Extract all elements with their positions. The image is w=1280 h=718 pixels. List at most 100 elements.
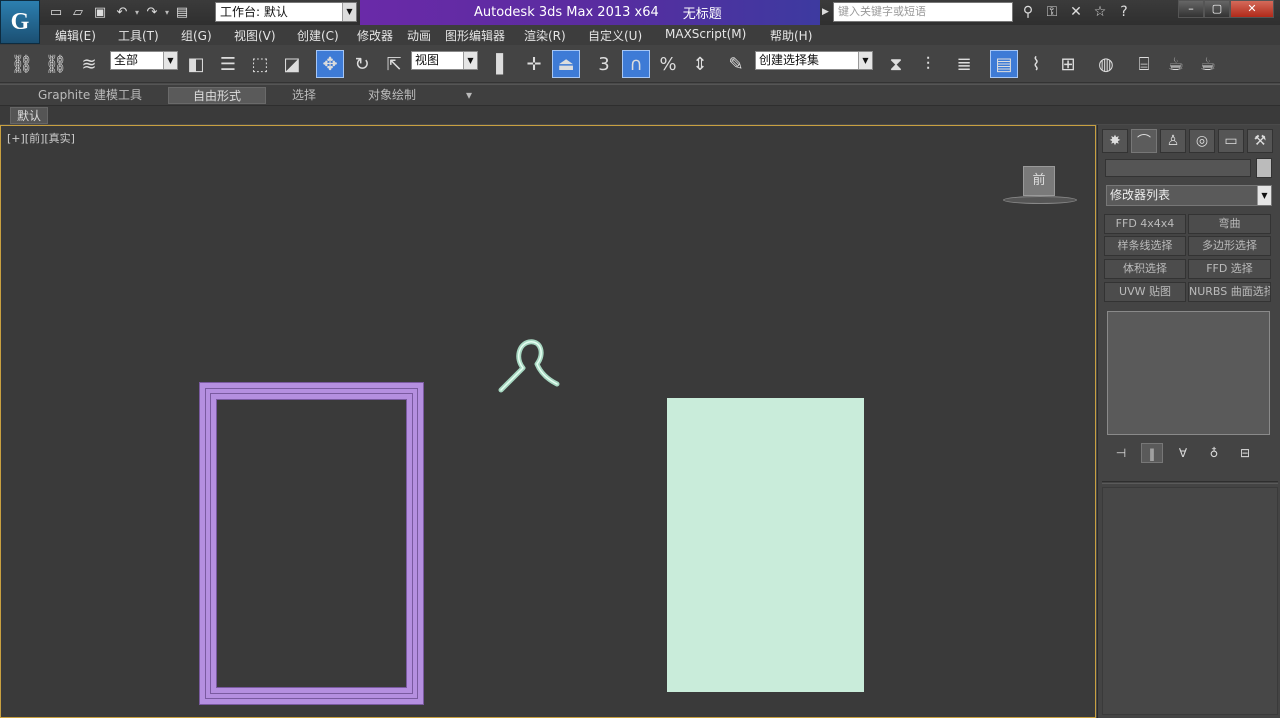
edit-named-selection-icon[interactable]: ✎ [722, 50, 750, 78]
modifier-button-uvw-map[interactable]: UVW 贴图 [1104, 282, 1186, 302]
object-name-field[interactable] [1105, 159, 1251, 177]
remove-modifier-icon[interactable]: ♁ [1203, 443, 1225, 463]
menu-group[interactable]: 组(G) [181, 27, 212, 44]
modifier-list-dropdown[interactable]: 修改器列表 ▼ [1106, 185, 1272, 206]
percent-snap-icon[interactable]: % [654, 50, 682, 78]
reference-coordinate-value: 视图 [415, 53, 440, 67]
pivot-center-icon[interactable]: ▐ [482, 50, 510, 78]
menu-help[interactable]: 帮助(H) [770, 27, 812, 44]
select-and-scale-icon[interactable]: ⇱ [380, 50, 408, 78]
favorites-star-icon[interactable]: ☆ [1090, 2, 1110, 22]
hierarchy-tab-icon[interactable]: ♙ [1160, 129, 1186, 153]
search-expand-icon[interactable]: ▶ [822, 4, 832, 20]
render-production-icon[interactable]: ☕ [1194, 50, 1222, 78]
selection-filter-dropdown[interactable]: 全部 ▼ [110, 51, 178, 70]
modifier-button-ffd444[interactable]: FFD 4x4x4 [1104, 214, 1186, 234]
curve-editor-icon[interactable]: ⌇ [1022, 50, 1050, 78]
reference-coordinate-dropdown[interactable]: 视图 ▼ [411, 51, 478, 70]
tab-freeform[interactable]: 自由形式 [168, 87, 266, 104]
layer-manager-icon[interactable]: ≣ [950, 50, 978, 78]
redo-dropdown-icon[interactable]: ▾ [164, 3, 170, 21]
ribbon-options-icon[interactable]: ▾ [458, 87, 480, 104]
render-setup-icon[interactable]: ⌸ [1130, 50, 1158, 78]
schematic-view-icon[interactable]: ⊞ [1054, 50, 1082, 78]
window-crossing-icon[interactable]: ◪ [278, 50, 306, 78]
select-by-name-icon[interactable]: ☰ [214, 50, 242, 78]
menu-create[interactable]: 创建(C) [297, 27, 339, 44]
rectangular-selection-icon[interactable]: ⬚ [246, 50, 274, 78]
graphite-toggle-icon[interactable]: ▤ [990, 50, 1018, 78]
display-tab-icon[interactable]: ▭ [1218, 129, 1244, 153]
utilities-tab-icon[interactable]: ⚒ [1247, 129, 1273, 153]
modifier-button-poly-select[interactable]: 多边形选择 [1188, 236, 1271, 256]
modifier-stack-list[interactable] [1107, 311, 1270, 435]
select-object-icon[interactable]: ◧ [182, 50, 210, 78]
undo-icon[interactable]: ↶ [112, 2, 132, 22]
select-and-rotate-icon[interactable]: ↻ [348, 50, 376, 78]
save-file-icon[interactable]: ▣ [90, 2, 110, 22]
binoculars-icon[interactable]: ⚲ [1018, 2, 1038, 22]
select-and-manipulate-icon[interactable]: ✛ [520, 50, 548, 78]
search-input[interactable]: 键入关键字或短语 [833, 2, 1013, 22]
angle-snap-icon[interactable]: ∩ [622, 50, 650, 78]
bind-to-space-warp-icon[interactable]: ≋ [75, 50, 103, 78]
menu-edit[interactable]: 编辑(E) [55, 27, 96, 44]
menu-rendering[interactable]: 渲染(R) [524, 27, 566, 44]
modifier-button-ffd-select[interactable]: FFD 选择 [1188, 259, 1271, 279]
viewcube-ring[interactable] [1003, 196, 1077, 204]
menu-animation[interactable]: 动画 [407, 27, 431, 44]
named-selection-dropdown[interactable]: 创建选择集 ▼ [755, 51, 873, 70]
menu-modifiers[interactable]: 修改器 [357, 27, 393, 44]
viewport-label[interactable]: [+][前][真实] [7, 130, 75, 146]
material-editor-icon[interactable]: ◍ [1092, 50, 1120, 78]
maximize-button[interactable]: ▢ [1204, 0, 1230, 18]
menu-maxscript[interactable]: MAXScript(M) [665, 27, 746, 41]
help-icon[interactable]: ? [1114, 2, 1134, 22]
create-tab-icon[interactable]: ✸ [1102, 129, 1128, 153]
front-viewport[interactable]: [+][前][真实] 前 [0, 125, 1096, 718]
default-panel-tag[interactable]: 默认 [10, 107, 49, 124]
snaps-toggle-icon[interactable]: 3 [590, 50, 618, 78]
new-file-icon[interactable]: ▭ [46, 2, 66, 22]
object-color-swatch[interactable] [1256, 158, 1272, 178]
unlink-selection-icon[interactable]: ⛓ [42, 50, 70, 78]
workspace-dropdown[interactable]: 工作台: 默认 ▼ [215, 2, 357, 22]
application-button[interactable]: G [0, 0, 40, 44]
modifier-button-bend[interactable]: 弯曲 [1188, 214, 1271, 234]
modify-tab-icon[interactable]: ⌒ [1131, 129, 1157, 153]
align-icon[interactable]: ⫶ [914, 50, 942, 78]
keyboard-shortcut-override-icon[interactable]: ⏏ [552, 50, 580, 78]
mirror-icon[interactable]: ⧗ [882, 50, 910, 78]
minimize-button[interactable]: – [1178, 0, 1204, 18]
rendered-frame-window-icon[interactable]: ☕ [1162, 50, 1190, 78]
modifier-button-vol-select[interactable]: 体积选择 [1104, 259, 1186, 279]
modifier-button-nurbs-select[interactable]: NURBS 曲面选择 [1188, 282, 1271, 302]
menu-views[interactable]: 视图(V) [234, 27, 276, 44]
viewcube-face[interactable]: 前 [1023, 166, 1055, 196]
open-file-icon[interactable]: ▱ [68, 2, 88, 22]
project-folder-icon[interactable]: ▤ [172, 2, 192, 22]
redo-icon[interactable]: ↷ [142, 2, 162, 22]
spinner-snap-icon[interactable]: ⇕ [686, 50, 714, 78]
pin-stack-icon[interactable]: ⊣ [1110, 443, 1132, 463]
motion-tab-icon[interactable]: ◎ [1189, 129, 1215, 153]
show-end-result-icon[interactable]: ‖ [1141, 443, 1163, 463]
modifier-button-spline-select[interactable]: 样条线选择 [1104, 236, 1186, 256]
tab-object-paint[interactable]: 对象绘制 [360, 87, 424, 104]
communication-icon[interactable]: ✕ [1066, 2, 1086, 22]
configure-modifier-sets-icon[interactable]: ⊟ [1234, 443, 1256, 463]
picture-panel-object[interactable] [667, 398, 864, 692]
undo-dropdown-icon[interactable]: ▾ [134, 3, 140, 21]
menu-customize[interactable]: 自定义(U) [588, 27, 642, 44]
select-and-link-icon[interactable]: ⛓ [8, 50, 36, 78]
tab-graphite-modeling[interactable]: Graphite 建模工具 [30, 87, 150, 104]
viewcube[interactable]: 前 [1001, 166, 1079, 206]
hook-object[interactable] [497, 334, 563, 396]
menu-tools[interactable]: 工具(T) [118, 27, 159, 44]
tab-selection[interactable]: 选择 [284, 87, 324, 104]
make-unique-icon[interactable]: ∀ [1172, 443, 1194, 463]
close-button[interactable]: ✕ [1230, 0, 1274, 18]
menu-graph-editors[interactable]: 图形编辑器 [445, 27, 505, 44]
subscription-key-icon[interactable]: ⚿ [1042, 2, 1062, 22]
select-and-move-icon[interactable]: ✥ [316, 50, 344, 78]
